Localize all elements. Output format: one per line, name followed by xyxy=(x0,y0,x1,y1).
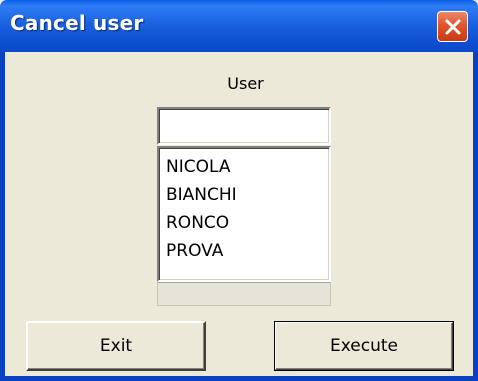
list-item-bianchi[interactable]: BIANCHI xyxy=(166,181,329,209)
cancel-user-dialog: Cancel user User NICOLA BIANCHI RONCO PR… xyxy=(0,0,478,381)
exit-button[interactable]: Exit xyxy=(26,321,206,371)
execute-button[interactable]: Execute xyxy=(274,321,454,371)
window-title: Cancel user xyxy=(10,11,144,35)
listbox-footer xyxy=(157,282,331,306)
title-bar[interactable]: Cancel user xyxy=(0,0,478,52)
user-label: User xyxy=(227,74,264,93)
list-item-nicola[interactable]: NICOLA xyxy=(166,153,329,181)
close-icon xyxy=(445,19,460,34)
list-item-prova[interactable]: PROVA xyxy=(166,237,329,265)
window-frame-left xyxy=(0,52,5,381)
window-frame-bottom xyxy=(0,376,478,381)
window-frame-right xyxy=(473,52,478,381)
user-listbox[interactable]: NICOLA BIANCHI RONCO PROVA xyxy=(157,146,331,282)
user-input[interactable] xyxy=(157,107,331,145)
close-button[interactable] xyxy=(437,11,468,42)
list-item-ronco[interactable]: RONCO xyxy=(166,209,329,237)
